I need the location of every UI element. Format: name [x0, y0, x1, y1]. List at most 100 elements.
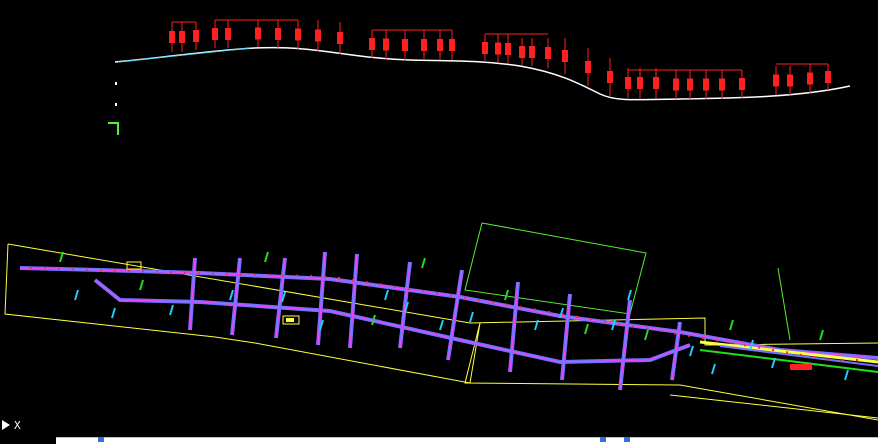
road-detail-dot	[282, 274, 284, 277]
plan-annotation-tick	[439, 319, 444, 331]
plan-annotation-tick	[504, 289, 509, 301]
road-detail-dot	[338, 276, 340, 279]
road-detail-dot	[170, 271, 172, 274]
profile-marker-box	[703, 78, 709, 91]
road-detail-dot	[128, 270, 130, 273]
road-detail-dot	[450, 294, 452, 297]
profile-marker-box	[625, 77, 631, 89]
profile-marker-box	[773, 74, 779, 87]
road-detail-dot	[380, 283, 382, 286]
profile-start-dot	[115, 103, 117, 106]
triangle-icon	[2, 420, 10, 430]
profile-marker-box	[739, 78, 745, 90]
plan-east-detail	[790, 364, 812, 370]
road-detail-dot	[114, 269, 116, 272]
ortho-icon[interactable]	[624, 437, 630, 442]
profile-marker-box	[482, 42, 488, 54]
profile-marker-box	[562, 50, 568, 62]
plan-annotation-tick	[627, 289, 632, 301]
road-detail-dot	[226, 272, 228, 275]
road-detail-dot	[646, 327, 648, 330]
road-detail-dot	[814, 356, 816, 359]
road-detail-dot	[310, 275, 312, 278]
plan-annotation-tick	[819, 329, 824, 341]
grid-icon[interactable]	[98, 437, 104, 442]
plan-annotation-tick	[844, 369, 849, 381]
road-detail-dot	[30, 267, 32, 270]
road-detail-dot	[86, 268, 88, 271]
road-detail-dot	[702, 337, 704, 340]
profile-marker-box	[519, 46, 525, 58]
plan-view	[4, 222, 878, 421]
sheet-outline-green	[464, 222, 647, 315]
profile-marker-box	[545, 47, 551, 59]
sheet-outline-green-edge	[777, 267, 791, 341]
plan-annotation-tick	[469, 311, 474, 323]
profile-marker-box	[825, 71, 831, 83]
road-detail-dot	[506, 303, 508, 306]
profile-marker-box	[505, 43, 511, 55]
cross-street-center	[349, 253, 358, 349]
road-detail-dot	[324, 275, 326, 278]
profile-marker-box	[653, 77, 659, 89]
road-detail-dot	[394, 285, 396, 288]
road-detail-dot	[492, 301, 494, 304]
road-detail-dot	[44, 267, 46, 270]
profile-marker-box	[275, 28, 281, 40]
plan-annotation-tick	[689, 345, 694, 357]
road-detail-dot	[758, 346, 760, 349]
road-detail-dot	[604, 320, 606, 323]
road-detail-dot	[744, 344, 746, 347]
profile-marker-box	[449, 39, 455, 51]
profile-marker-box	[383, 38, 389, 51]
road-detail-dot	[730, 341, 732, 344]
road-detail-dot	[366, 281, 368, 284]
plan-annotation-tick	[421, 257, 426, 269]
road-detail-dot	[156, 270, 158, 273]
road-detail-dot	[142, 270, 144, 273]
profile-marker-box	[255, 27, 261, 40]
profile-marker-box	[337, 32, 343, 44]
ucs-x-label: X	[14, 418, 21, 432]
profile-marker-box	[225, 28, 231, 40]
profile-marker-box	[179, 31, 185, 43]
profile-marker-box	[495, 42, 501, 55]
road-detail-dot	[688, 334, 690, 337]
road-detail-dot	[520, 306, 522, 309]
road-detail-dot	[632, 325, 634, 328]
profile-marker-box	[637, 77, 643, 89]
cross-street-center	[399, 261, 411, 349]
cad-drawing-viewport[interactable]	[0, 0, 878, 443]
road-detail-dot	[254, 273, 256, 276]
snap-icon[interactable]	[600, 437, 606, 442]
road-east-band	[699, 340, 878, 364]
road-detail-dot	[352, 279, 354, 282]
road-detail-dot	[674, 332, 676, 335]
road-detail-dot	[184, 271, 186, 274]
road-detail-dot	[618, 322, 620, 325]
profile-marker-box	[807, 72, 813, 85]
profile-marker-box	[212, 28, 218, 40]
cross-street-center	[231, 257, 241, 336]
road-detail-dot	[478, 299, 480, 302]
plan-annotation-tick	[644, 329, 649, 341]
profile-ground-line	[114, 46, 851, 101]
plan-annotation-tick	[74, 289, 79, 301]
road-detail-dot	[590, 318, 592, 321]
road-detail-dot	[576, 315, 578, 318]
profile-marker-box	[169, 31, 175, 43]
road-detail-dot	[660, 330, 662, 332]
plan-annotation-tick	[264, 251, 269, 263]
plan-annotation-tick	[169, 304, 174, 316]
road-detail-dot	[212, 272, 214, 275]
plan-annotation-tick	[111, 307, 116, 319]
cross-street-center	[561, 293, 571, 381]
road-detail-dot	[842, 359, 844, 361]
profile-marker-box	[529, 46, 535, 58]
road-detail-dot	[436, 292, 438, 295]
profile-start-tick	[117, 47, 251, 63]
profile-marker-box	[369, 38, 375, 50]
plan-annotation-tick	[384, 289, 389, 301]
profile-marker-box	[607, 71, 613, 83]
road-detail-dot	[296, 274, 298, 277]
